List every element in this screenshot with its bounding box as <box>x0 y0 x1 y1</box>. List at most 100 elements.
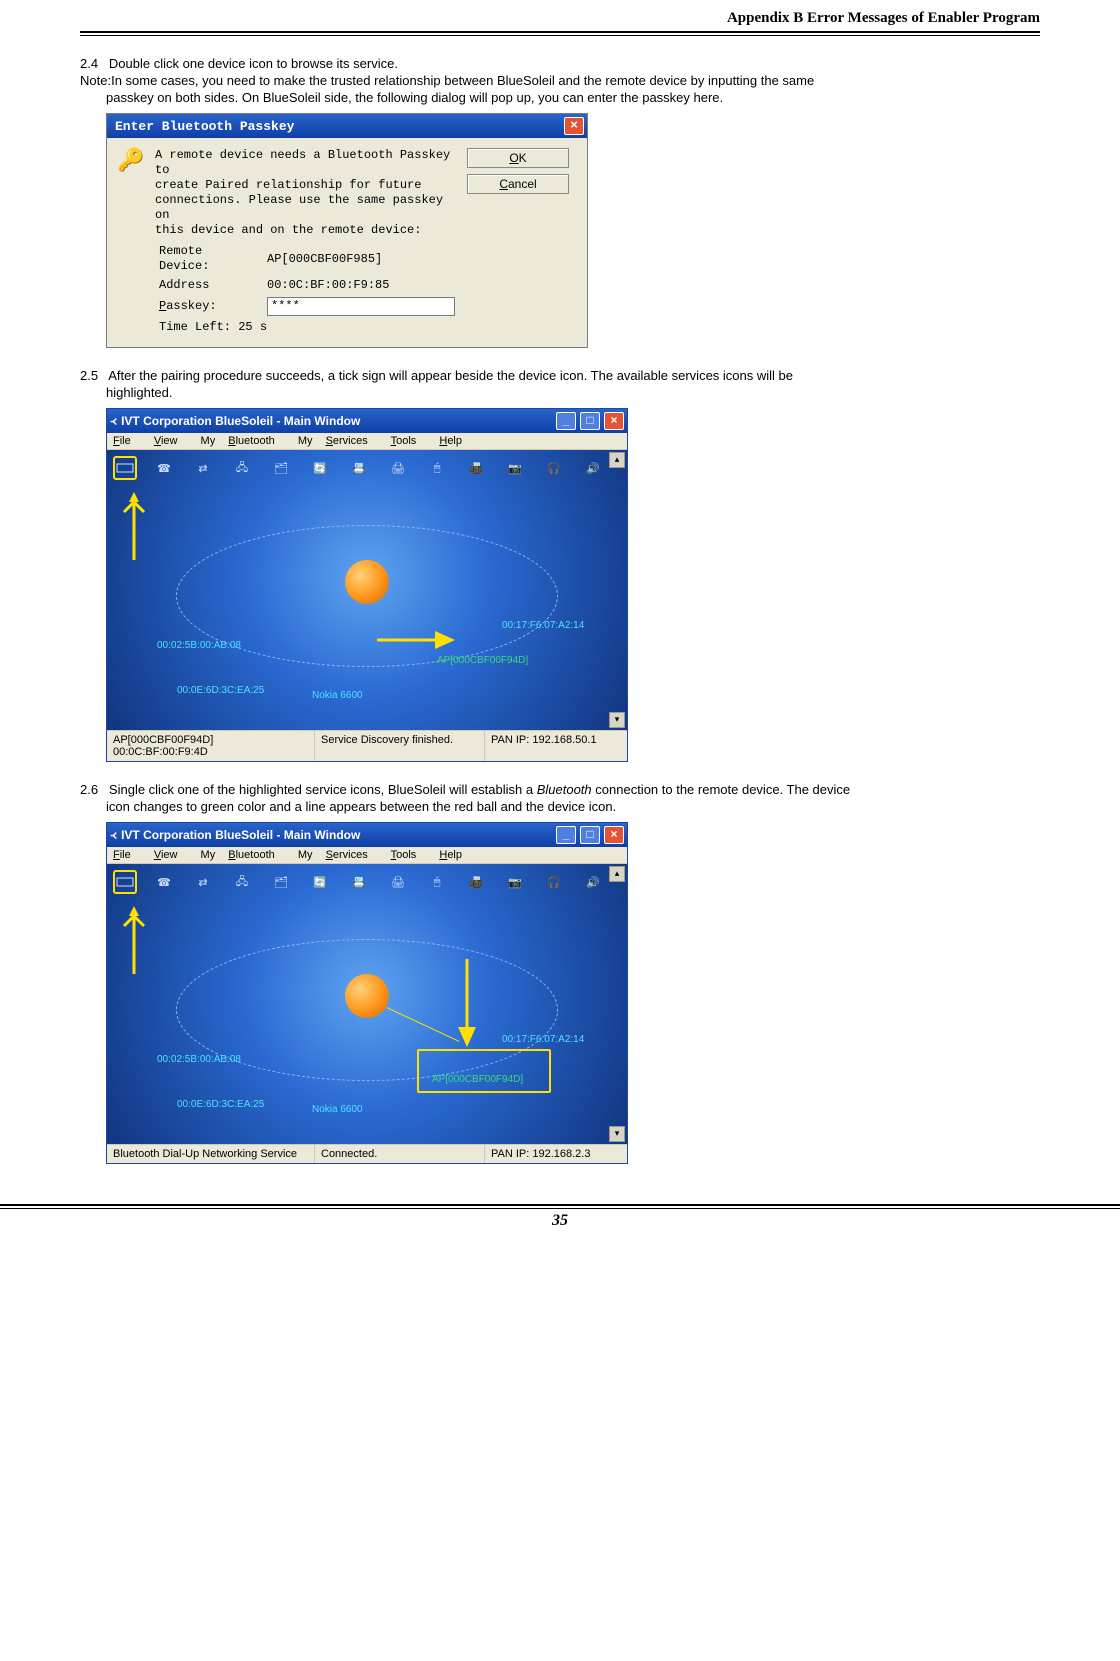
close-icon[interactable]: × <box>604 826 624 844</box>
step-text: Double click one device icon to browse i… <box>109 56 398 71</box>
passkey-msg-l4: this device and on the remote device: <box>155 223 459 238</box>
step-num: 2.5 <box>80 368 98 383</box>
service-sync-icon[interactable]: 🔄 <box>308 870 332 894</box>
win1-statusbar: AP[000CBF00F94D] 00:0C:BF:00:F9:4D Servi… <box>107 730 627 761</box>
maximize-icon[interactable]: □ <box>580 826 600 844</box>
dev-pc-label[interactable]: 00:17:F6:07:A2:14 <box>502 1034 584 1045</box>
win1-menubar: File View My Bluetooth My Services Tools… <box>107 433 627 450</box>
service-spp-icon[interactable]: ⇄ <box>191 870 215 894</box>
win1-canvas: ▴ ▾ ☎ ⇄ 🖧 🗂 🔄 📇 🖨 🖱 📠 📷 🎧 🔊 <box>107 450 627 730</box>
dev-ap-label[interactable]: AP[000CBF00F94D] <box>437 655 528 666</box>
local-device-icon[interactable] <box>345 974 389 1018</box>
service-print-icon[interactable]: 🖨 <box>386 456 410 480</box>
menu-view[interactable]: View <box>154 849 188 861</box>
step-2-6-cont: icon changes to green color and a line a… <box>106 799 1040 814</box>
dev-phone2-label[interactable]: 00:0E:6D:3C:EA:25 <box>177 685 264 696</box>
service-fax-icon[interactable]: 📠 <box>464 870 488 894</box>
dev-phone1-label[interactable]: 00:02:5B:00:AB:08 <box>157 640 241 651</box>
win1-title: IVT Corporation BlueSoleil - Main Window <box>121 414 360 428</box>
service-pan-icon[interactable] <box>113 870 137 894</box>
arrow-down-icon <box>452 959 482 1049</box>
scroll-down-icon[interactable]: ▾ <box>609 1126 625 1142</box>
local-device-icon[interactable] <box>345 560 389 604</box>
service-dun-icon[interactable]: ☎ <box>152 870 176 894</box>
menu-my-services[interactable]: My Services <box>298 849 378 861</box>
menu-my-services[interactable]: My Services <box>298 435 378 447</box>
minimize-icon[interactable]: _ <box>556 412 576 430</box>
service-fax-icon[interactable]: 📠 <box>464 456 488 480</box>
service-av-icon[interactable]: 🔊 <box>581 456 605 480</box>
note-line2: passkey on both sides. On BlueSoleil sid… <box>106 90 1040 105</box>
header-rule-thin <box>80 35 1040 36</box>
cancel-button[interactable]: Cancel <box>467 174 569 194</box>
status-right: PAN IP: 192.168.2.3 <box>485 1145 627 1163</box>
minimize-icon[interactable]: _ <box>556 826 576 844</box>
service-lan-icon[interactable]: 🖧 <box>230 456 254 480</box>
service-av-icon[interactable]: 🔊 <box>581 870 605 894</box>
close-icon[interactable]: × <box>604 412 624 430</box>
page-number: 35 <box>0 1212 1120 1230</box>
status-right: PAN IP: 192.168.50.1 <box>485 731 627 761</box>
win2-canvas: ▴ ▾ ☎ ⇄ 🖧 🗂 🔄 📇 🖨 🖱 📠 📷 🎧 🔊 <box>107 864 627 1144</box>
dev-phone1-label[interactable]: 00:02:5B:00:AB:08 <box>157 1054 241 1065</box>
menu-view[interactable]: View <box>154 435 188 447</box>
menu-tools[interactable]: Tools <box>391 435 427 447</box>
service-opp-icon[interactable]: 📇 <box>347 870 371 894</box>
maximize-icon[interactable]: □ <box>580 412 600 430</box>
service-sync-icon[interactable]: 🔄 <box>308 456 332 480</box>
service-dun-icon[interactable]: ☎ <box>152 456 176 480</box>
service-opp-icon[interactable]: 📇 <box>347 456 371 480</box>
step-text-c: connection to the remote device. The dev… <box>592 782 850 797</box>
menu-file[interactable]: File <box>113 849 141 861</box>
service-headset-icon[interactable]: 🎧 <box>542 870 566 894</box>
service-pan-icon[interactable] <box>113 456 137 480</box>
service-hid-icon[interactable]: 🖱 <box>425 456 449 480</box>
menu-my-bluetooth[interactable]: My Bluetooth <box>201 435 285 447</box>
win2-titlebar: ᚜ IVT Corporation BlueSoleil - Main Wind… <box>107 823 627 847</box>
passkey-msg-l2: create Paired relationship for future <box>155 178 459 193</box>
service-ftp-icon[interactable]: 🗂 <box>269 870 293 894</box>
note-line1: In some cases, you need to make the trus… <box>111 73 814 88</box>
service-spp-icon[interactable]: ⇄ <box>191 456 215 480</box>
menu-file[interactable]: File <box>113 435 141 447</box>
menu-help[interactable]: Help <box>439 435 472 447</box>
bluesoleil-window-2: ᚜ IVT Corporation BlueSoleil - Main Wind… <box>106 822 628 1164</box>
scroll-up-icon[interactable]: ▴ <box>609 866 625 882</box>
step-num: 2.4 <box>80 56 98 71</box>
menu-help[interactable]: Help <box>439 849 472 861</box>
step-num: 2.6 <box>80 782 98 797</box>
arrow-up-icon <box>121 904 147 974</box>
service-lan-icon[interactable]: 🖧 <box>230 870 254 894</box>
service-icon-bar: ☎ ⇄ 🖧 🗂 🔄 📇 🖨 🖱 📠 📷 🎧 🔊 <box>113 456 605 480</box>
arrow-up-icon <box>121 490 147 560</box>
note-label: Note: <box>80 73 111 88</box>
passkey-label: Passkey: <box>155 295 263 318</box>
dev-nokia-label[interactable]: Nokia 6600 <box>312 690 363 701</box>
win1-titlebar: ᚜ IVT Corporation BlueSoleil - Main Wind… <box>107 409 627 433</box>
key-icon: 🔑 <box>117 148 147 337</box>
service-print-icon[interactable]: 🖨 <box>386 870 410 894</box>
step-2-5-cont: highlighted. <box>106 385 1040 400</box>
address-label: Address <box>155 276 263 295</box>
service-ftp-icon[interactable]: 🗂 <box>269 456 293 480</box>
win2-statusbar: Bluetooth Dial-Up Networking Service Con… <box>107 1144 627 1163</box>
dev-phone2-label[interactable]: 00:0E:6D:3C:EA:25 <box>177 1099 264 1110</box>
ok-button[interactable]: OK <box>467 148 569 168</box>
dev-pc-label[interactable]: 00:17:F6:07:A2:14 <box>502 620 584 631</box>
address-value: 00:0C:BF:00:F9:85 <box>263 276 459 295</box>
close-icon[interactable]: × <box>564 117 584 135</box>
service-img-icon[interactable]: 📷 <box>503 870 527 894</box>
service-headset-icon[interactable]: 🎧 <box>542 456 566 480</box>
dev-nokia-label[interactable]: Nokia 6600 <box>312 1104 363 1115</box>
service-img-icon[interactable]: 📷 <box>503 456 527 480</box>
service-hid-icon[interactable]: 🖱 <box>425 870 449 894</box>
scroll-up-icon[interactable]: ▴ <box>609 452 625 468</box>
menu-my-bluetooth[interactable]: My Bluetooth <box>201 849 285 861</box>
dev-ap-label[interactable]: AP[000CBF00F94D] <box>432 1074 523 1085</box>
passkey-msg-l1: A remote device needs a Bluetooth Passke… <box>155 148 459 178</box>
remote-device-label: Remote Device: <box>155 242 263 276</box>
service-icon-bar: ☎ ⇄ 🖧 🗂 🔄 📇 🖨 🖱 📠 📷 🎧 🔊 <box>113 870 605 894</box>
menu-tools[interactable]: Tools <box>391 849 427 861</box>
passkey-input[interactable]: **** <box>267 297 455 316</box>
scroll-down-icon[interactable]: ▾ <box>609 712 625 728</box>
